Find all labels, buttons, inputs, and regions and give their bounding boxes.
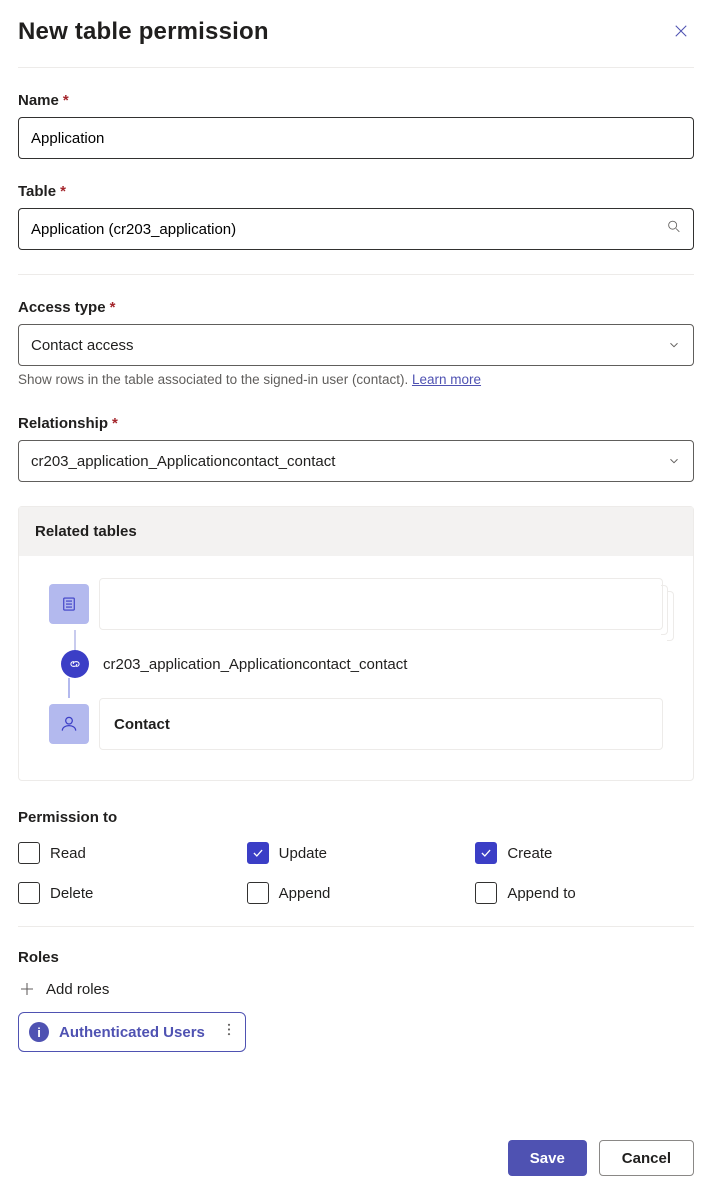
checkbox-label: Update bbox=[279, 845, 327, 862]
permission-checkbox-append-to[interactable]: Append to bbox=[475, 882, 694, 904]
contact-card: Contact bbox=[99, 698, 663, 750]
related-tables-card: Related tables cr203_application_Applica… bbox=[18, 506, 694, 781]
relationship-name-display: cr203_application_Applicationcontact_con… bbox=[103, 656, 407, 673]
related-tables-title: Related tables bbox=[19, 507, 693, 556]
relationship-select[interactable]: cr203_application_Applicationcontact_con… bbox=[18, 440, 694, 482]
checkbox-label: Append bbox=[279, 885, 331, 902]
name-label: Name* bbox=[18, 92, 694, 109]
roles-label: Roles bbox=[18, 949, 694, 966]
permission-checkbox-create[interactable]: Create bbox=[475, 842, 694, 864]
checkbox-box bbox=[18, 842, 40, 864]
contact-icon bbox=[49, 704, 89, 744]
stacked-records bbox=[99, 578, 663, 630]
info-icon: i bbox=[29, 1022, 49, 1042]
checkbox-box bbox=[18, 882, 40, 904]
relationship-link-icon bbox=[61, 650, 89, 678]
close-button[interactable] bbox=[668, 18, 694, 49]
plus-icon bbox=[18, 980, 36, 998]
cancel-button[interactable]: Cancel bbox=[599, 1140, 694, 1176]
checkbox-box bbox=[475, 842, 497, 864]
chevron-down-icon bbox=[667, 338, 681, 352]
checkbox-box bbox=[475, 882, 497, 904]
permission-checkbox-read[interactable]: Read bbox=[18, 842, 237, 864]
add-roles-button[interactable]: Add roles bbox=[18, 980, 694, 998]
permission-checkbox-delete[interactable]: Delete bbox=[18, 882, 237, 904]
access-type-label: Access type* bbox=[18, 299, 694, 316]
checkbox-box bbox=[247, 842, 269, 864]
table-label: Table* bbox=[18, 183, 694, 200]
checkbox-label: Append to bbox=[507, 885, 575, 902]
checkbox-label: Create bbox=[507, 845, 552, 862]
table-lookup[interactable] bbox=[18, 208, 694, 250]
checkbox-box bbox=[247, 882, 269, 904]
checkbox-label: Delete bbox=[50, 885, 93, 902]
role-chip-authenticated-users[interactable]: i Authenticated Users bbox=[18, 1012, 246, 1052]
access-type-helper: Show rows in the table associated to the… bbox=[18, 372, 694, 387]
save-button[interactable]: Save bbox=[508, 1140, 587, 1176]
permission-to-label: Permission to bbox=[18, 809, 694, 826]
permission-checkbox-update[interactable]: Update bbox=[247, 842, 466, 864]
access-type-select[interactable]: Contact access bbox=[18, 324, 694, 366]
table-icon bbox=[49, 584, 89, 624]
close-icon bbox=[672, 22, 690, 40]
role-menu-button[interactable] bbox=[221, 1022, 237, 1043]
dialog-title: New table permission bbox=[18, 18, 269, 46]
search-icon bbox=[666, 219, 682, 240]
chevron-down-icon bbox=[667, 454, 681, 468]
checkbox-label: Read bbox=[50, 845, 86, 862]
permission-checkbox-append[interactable]: Append bbox=[247, 882, 466, 904]
name-input[interactable] bbox=[18, 117, 694, 159]
learn-more-link[interactable]: Learn more bbox=[412, 372, 481, 387]
relationship-label: Relationship* bbox=[18, 415, 694, 432]
more-vertical-icon bbox=[221, 1022, 237, 1038]
